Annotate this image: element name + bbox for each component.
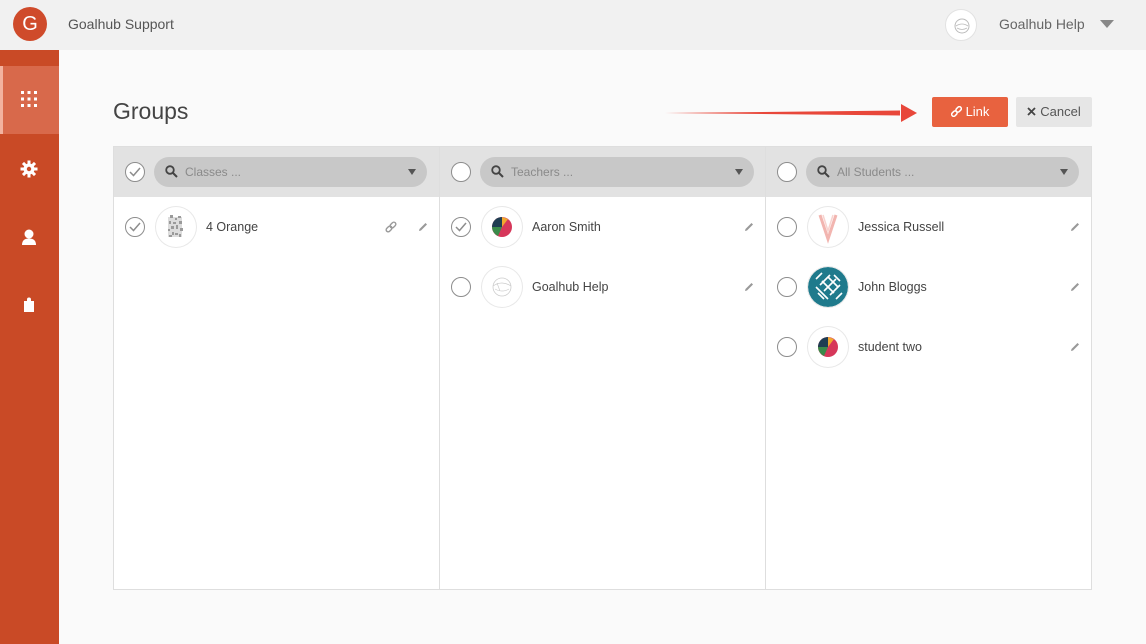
annotation-arrow xyxy=(665,104,917,122)
cancel-button-label: Cancel xyxy=(1040,104,1081,119)
class-avatar xyxy=(156,207,196,247)
noise-avatar-icon xyxy=(168,215,183,237)
sidebar xyxy=(0,50,59,644)
list-item[interactable]: John Bloggs xyxy=(766,257,1091,317)
user-icon xyxy=(22,229,36,245)
pencil-icon[interactable] xyxy=(743,221,755,233)
grid-icon xyxy=(21,91,37,107)
link-icon[interactable] xyxy=(385,221,397,233)
pencil-icon[interactable] xyxy=(417,221,429,233)
sidebar-item-plugins[interactable] xyxy=(0,272,59,340)
search-icon xyxy=(817,165,830,178)
close-icon xyxy=(1027,107,1036,116)
maze-avatar-icon xyxy=(808,267,848,307)
gear-icon xyxy=(20,160,38,178)
teacher-name: Aaron Smith xyxy=(532,220,601,234)
select-all-classes-checkbox[interactable] xyxy=(125,162,145,182)
app-logo[interactable]: G xyxy=(13,7,47,41)
cancel-button[interactable]: Cancel xyxy=(1016,97,1092,127)
pencil-icon[interactable] xyxy=(1069,281,1081,293)
check-icon xyxy=(129,222,141,232)
classes-search-placeholder: Classes ... xyxy=(185,165,242,179)
top-bar: G Goalhub Support Goalhub Help xyxy=(0,0,1146,50)
teachers-panel: Teachers ... Aaron Smith Goalhub Help xyxy=(439,147,765,589)
sidebar-item-users[interactable] xyxy=(0,204,59,272)
list-item[interactable]: 4 Orange xyxy=(114,197,439,257)
student-avatar xyxy=(808,267,848,307)
classes-panel: Classes ... 4 Orange xyxy=(114,147,439,589)
select-all-students-checkbox[interactable] xyxy=(777,162,797,182)
chevron-down-icon xyxy=(1060,169,1068,175)
students-panel-header: All Students ... xyxy=(766,147,1091,197)
puzzle-icon xyxy=(24,297,34,312)
students-search-placeholder: All Students ... xyxy=(837,165,915,179)
groups-panels: Classes ... 4 Orange Teachers ... Aaron … xyxy=(113,146,1092,590)
row-checkbox[interactable] xyxy=(777,217,797,237)
sidebar-item-settings[interactable] xyxy=(0,136,59,204)
search-icon xyxy=(165,165,178,178)
row-checkbox[interactable] xyxy=(777,277,797,297)
triangles-avatar-icon xyxy=(818,337,838,357)
classes-panel-header: Classes ... xyxy=(114,147,439,197)
teacher-avatar xyxy=(482,267,522,307)
teachers-search-placeholder: Teachers ... xyxy=(511,165,574,179)
teachers-search-select[interactable]: Teachers ... xyxy=(480,157,754,187)
sidebar-item-groups[interactable] xyxy=(0,66,59,134)
teacher-avatar xyxy=(482,207,522,247)
link-icon xyxy=(950,105,962,118)
row-checkbox[interactable] xyxy=(777,337,797,357)
student-name: John Bloggs xyxy=(858,280,927,294)
student-name: Jessica Russell xyxy=(858,220,945,234)
chevron-down-icon xyxy=(735,169,743,175)
list-item[interactable]: Goalhub Help xyxy=(440,257,765,317)
check-icon xyxy=(129,167,141,177)
list-item[interactable]: student two xyxy=(766,317,1091,377)
user-menu-name[interactable]: Goalhub Help xyxy=(999,16,1085,32)
pencil-icon[interactable] xyxy=(1069,221,1081,233)
chevron-down-icon xyxy=(408,169,416,175)
class-name: 4 Orange xyxy=(206,220,259,234)
link-button[interactable]: Link xyxy=(932,97,1008,127)
pencil-icon[interactable] xyxy=(1069,341,1081,353)
pencil-icon[interactable] xyxy=(743,281,755,293)
list-item[interactable]: Jessica Russell xyxy=(766,197,1091,257)
classes-search-select[interactable]: Classes ... xyxy=(154,157,427,187)
sketch-avatar-icon xyxy=(954,18,970,34)
row-checkbox[interactable] xyxy=(451,277,471,297)
check-icon xyxy=(455,222,467,232)
app-title: Goalhub Support xyxy=(68,16,174,32)
sketch-avatar-icon xyxy=(492,277,512,297)
list-item[interactable]: Aaron Smith xyxy=(440,197,765,257)
teachers-panel-header: Teachers ... xyxy=(440,147,765,197)
triangles-avatar-icon xyxy=(492,217,512,237)
students-panel: All Students ... Jessica Russell John Bl… xyxy=(765,147,1091,589)
teacher-name: Goalhub Help xyxy=(532,280,609,294)
student-avatar xyxy=(808,207,848,247)
link-button-label: Link xyxy=(965,104,990,119)
page-title: Groups xyxy=(113,98,189,124)
search-icon xyxy=(491,165,504,178)
students-search-select[interactable]: All Students ... xyxy=(806,157,1079,187)
row-checkbox[interactable] xyxy=(451,217,471,237)
row-checkbox[interactable] xyxy=(125,217,145,237)
select-all-teachers-checkbox[interactable] xyxy=(451,162,471,182)
student-avatar xyxy=(808,327,848,367)
student-name: student two xyxy=(858,340,922,354)
vee-avatar-icon xyxy=(818,214,838,244)
user-avatar[interactable] xyxy=(945,9,977,41)
chevron-down-icon[interactable] xyxy=(1100,20,1114,28)
